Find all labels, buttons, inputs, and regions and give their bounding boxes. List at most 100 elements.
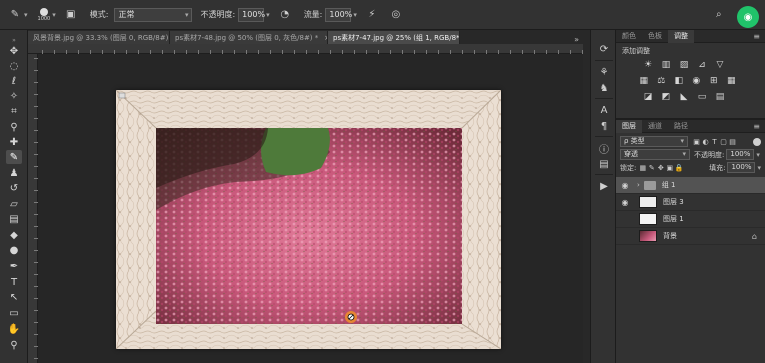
chevron-down-icon[interactable]: ▾: [52, 11, 56, 19]
tab-swatches[interactable]: 色板: [642, 30, 668, 43]
eyedropper-tool-icon[interactable]: ⚲: [6, 120, 22, 134]
selective-color-icon[interactable]: ▤: [712, 91, 728, 103]
brush-tool-icon[interactable]: ✎: [6, 150, 22, 164]
pressure-size-icon[interactable]: ◎: [389, 8, 403, 22]
eye-icon[interactable]: ◉: [619, 181, 631, 190]
threshold-icon[interactable]: ◣: [676, 91, 692, 103]
document-canvas[interactable]: [116, 90, 501, 349]
layer-row-group-1[interactable]: ◉ › 组 1: [616, 177, 765, 194]
panel-menu-icon[interactable]: ≡: [753, 32, 765, 41]
airbrush-icon[interactable]: ⚡: [365, 8, 379, 22]
brush-settings-icon[interactable]: ⚘: [596, 65, 612, 79]
invert-icon[interactable]: ◪: [640, 91, 656, 103]
search-icon[interactable]: ⌕: [716, 9, 728, 21]
eraser-tool-icon[interactable]: ▱: [6, 197, 22, 211]
brush-tool-icon[interactable]: ✎: [8, 8, 22, 22]
chevron-down-icon[interactable]: ▾: [756, 151, 760, 159]
history-icon[interactable]: ⟳: [596, 42, 612, 56]
curves-icon[interactable]: ▨: [676, 59, 692, 71]
gradient-map-icon[interactable]: ▭: [694, 91, 710, 103]
color-lookup-icon[interactable]: ▦: [724, 75, 740, 87]
ruler-vertical[interactable]: [28, 54, 38, 363]
path-selection-tool-icon[interactable]: ↖: [6, 290, 22, 304]
canvas-area[interactable]: [28, 44, 583, 363]
filter-kind-select[interactable]: ρ 类型 ▾: [620, 136, 688, 147]
blur-tool-icon[interactable]: ◆: [6, 228, 22, 242]
type-tool-icon[interactable]: T: [6, 275, 22, 289]
tabs-overflow-icon[interactable]: »: [574, 35, 583, 44]
lock-all-icon[interactable]: 🔒: [674, 164, 684, 172]
chevron-down-icon[interactable]: ▾: [757, 164, 761, 172]
adjust-filter-icon[interactable]: ◐: [701, 138, 710, 146]
tab-paths[interactable]: 路径: [668, 120, 694, 133]
wifi-icon[interactable]: ◉: [737, 6, 759, 28]
levels-icon[interactable]: ▥: [658, 59, 674, 71]
layer-row-layer-1[interactable]: 图层 1: [616, 211, 765, 228]
layer-row-layer-3[interactable]: ◉ 图层 3: [616, 194, 765, 211]
channel-mixer-icon[interactable]: ⊞: [706, 75, 722, 87]
opacity-input[interactable]: 100%: [238, 7, 265, 22]
opacity-input[interactable]: 100%: [726, 149, 755, 160]
tab-channels[interactable]: 通道: [642, 120, 668, 133]
mode-select[interactable]: 正常 ▾: [114, 7, 193, 22]
brightness-contrast-icon[interactable]: ☀: [640, 59, 656, 71]
brush-preset-picker[interactable]: 1000: [38, 0, 50, 30]
properties-icon[interactable]: ▤: [596, 157, 612, 171]
photo-filter-icon[interactable]: ◉: [689, 75, 705, 87]
layers-panel: 图层 通道 路径 ≡ ρ 类型 ▾ ▣ ◐ T ▢ ▤ 穿透 ▾ 不透明度: 1…: [616, 118, 765, 363]
pixel-filter-icon[interactable]: ▣: [692, 138, 701, 146]
clone-source-icon[interactable]: ♞: [596, 81, 612, 95]
shape-filter-icon[interactable]: ▢: [719, 138, 728, 146]
document-tab-2[interactable]: ps素材7-48.jpg @ 50% (图层 0, 灰色/8#) * ×: [170, 31, 328, 44]
zoom-tool-icon[interactable]: ⚲: [6, 338, 22, 352]
crop-tool-icon[interactable]: ⌗: [6, 104, 22, 118]
move-tool-icon[interactable]: ✥: [6, 44, 22, 58]
color-balance-icon[interactable]: ⚖: [654, 75, 670, 87]
character-panel-icon[interactable]: A: [596, 103, 612, 117]
blend-mode-select[interactable]: 穿透 ▾: [620, 149, 690, 160]
exposure-icon[interactable]: ⊿: [694, 59, 710, 71]
document-tab-3[interactable]: ps素材7-47.jpg @ 25% (组 1, RGB/8*) * ×: [328, 31, 460, 44]
history-brush-tool-icon[interactable]: ↺: [6, 181, 22, 195]
posterize-icon[interactable]: ◩: [658, 91, 674, 103]
actions-icon[interactable]: ▶: [596, 179, 612, 193]
chevron-down-icon[interactable]: ▾: [353, 11, 357, 19]
pressure-opacity-icon[interactable]: ◔: [278, 8, 292, 22]
document-tab-1[interactable]: 风景背景.jpg @ 33.3% (图层 0, RGB/8#) * ×: [28, 31, 170, 44]
fill-input[interactable]: 100%: [727, 162, 756, 173]
lock-artboard-icon[interactable]: ▣: [665, 164, 674, 172]
black-white-icon[interactable]: ◧: [671, 75, 687, 87]
dodge-tool-icon[interactable]: ●: [6, 243, 22, 257]
hand-tool-icon[interactable]: ✋: [6, 322, 22, 336]
panel-menu-icon[interactable]: ≡: [753, 122, 765, 131]
vibrance-icon[interactable]: ▽: [712, 59, 728, 71]
stamp-tool-icon[interactable]: ♟: [6, 166, 22, 180]
chevron-down-icon[interactable]: ▾: [266, 11, 270, 19]
expand-arrow-icon[interactable]: ›: [637, 181, 640, 189]
brush-panel-toggle-icon[interactable]: ▣: [64, 8, 78, 22]
tab-layers[interactable]: 图层: [616, 119, 642, 133]
lock-transparent-icon[interactable]: ▦: [638, 164, 647, 172]
layer-row-background[interactable]: 背景 ⌂: [616, 228, 765, 245]
lasso-tool-icon[interactable]: ℓ: [6, 74, 22, 88]
chevron-down-icon[interactable]: ▾: [24, 11, 28, 19]
healing-brush-tool-icon[interactable]: ✚: [6, 135, 22, 149]
lock-pixels-icon[interactable]: ✎: [647, 164, 656, 172]
rectangle-tool-icon[interactable]: ▭: [6, 306, 22, 320]
smart-filter-icon[interactable]: ▤: [728, 138, 737, 146]
ruler-horizontal[interactable]: [28, 44, 583, 54]
quick-selection-tool-icon[interactable]: ✧: [6, 89, 22, 103]
tab-color[interactable]: 颜色: [616, 30, 642, 43]
eye-icon[interactable]: ◉: [619, 198, 631, 207]
hue-saturation-icon[interactable]: ▦: [636, 75, 652, 87]
info-icon[interactable]: ⓘ: [596, 141, 612, 156]
pen-tool-icon[interactable]: ✒: [6, 259, 22, 273]
flow-input[interactable]: 100%: [325, 7, 352, 22]
paragraph-panel-icon[interactable]: ¶: [596, 119, 612, 133]
gradient-tool-icon[interactable]: ▤: [6, 212, 22, 226]
marquee-tool-icon[interactable]: ◌: [6, 59, 22, 73]
lock-position-icon[interactable]: ✥: [656, 164, 665, 172]
type-filter-icon[interactable]: T: [710, 138, 719, 146]
filter-toggle-icon[interactable]: [753, 137, 761, 146]
tab-adjustments[interactable]: 调整: [668, 29, 694, 43]
